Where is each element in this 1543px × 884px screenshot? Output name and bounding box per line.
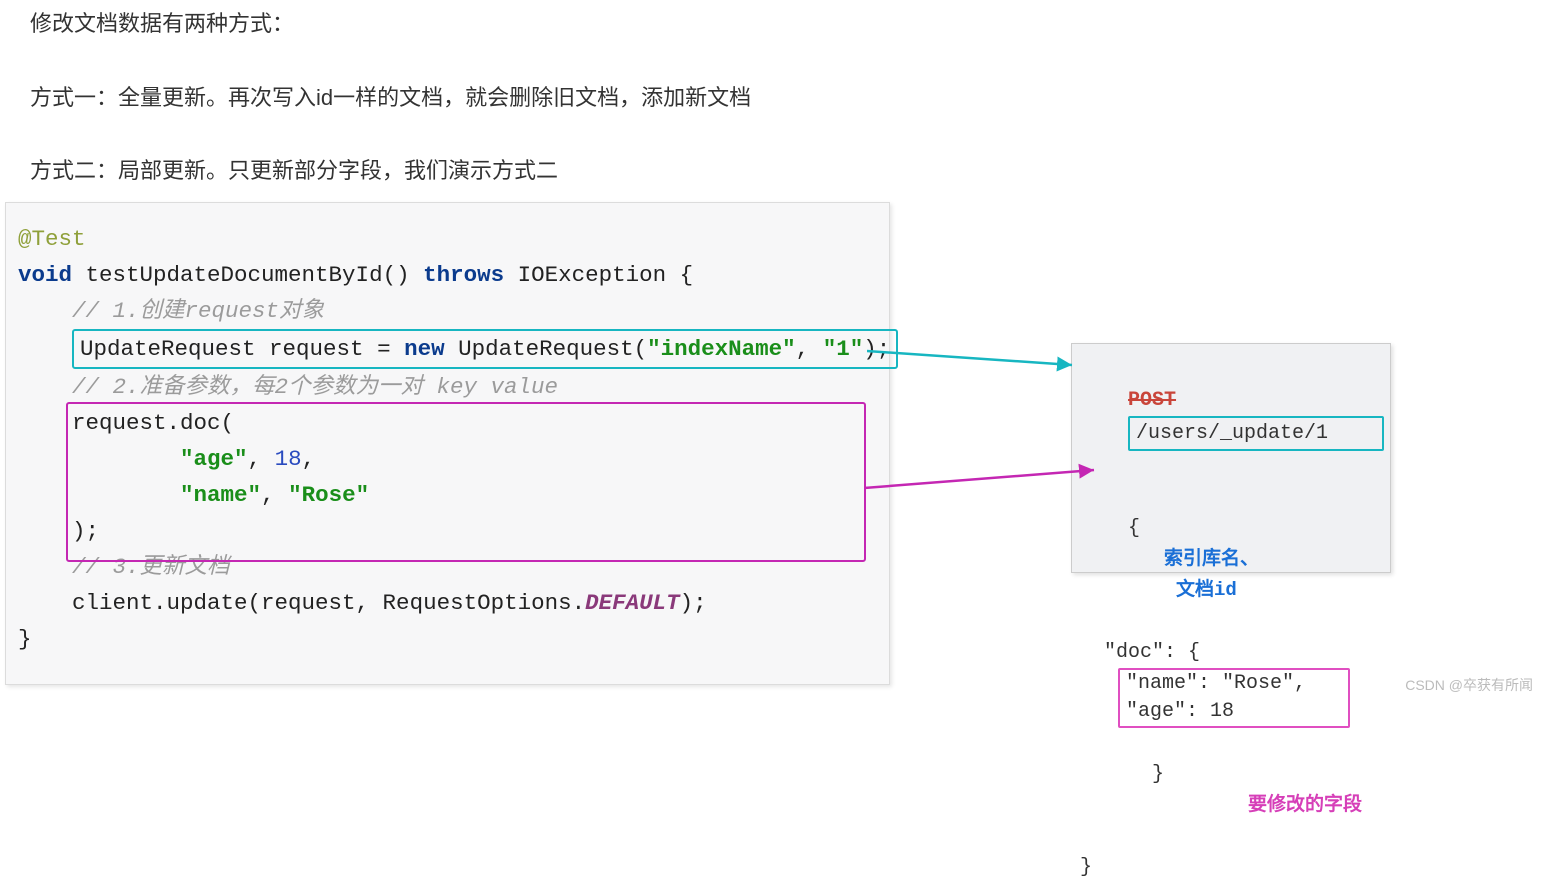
rest-path-box: /users/_update/1 (1128, 416, 1384, 451)
doc-params-box (66, 402, 866, 562)
watermark: CSDN @卒获有所闻 (1405, 675, 1533, 695)
annot-fields: 要修改的字段 (1248, 794, 1362, 816)
comment-2: // 2.准备参数，每2个参数为一对 key value (18, 369, 881, 405)
req-text-1: UpdateRequest request = (80, 336, 404, 362)
rest-close-brace: } (1080, 852, 1382, 883)
rest-open-brace: { (1128, 517, 1140, 540)
rest-sample-block: POST /users/_update/1 { 索引库名、 文档id "doc"… (1071, 343, 1391, 573)
kw-throws: throws (423, 262, 504, 288)
update-2: ); (680, 590, 707, 616)
const-default: DEFAULT (585, 590, 680, 616)
teal-connector-line (867, 333, 1097, 393)
intro-line-1: 修改文档数据有两种方式： (30, 6, 294, 38)
str-one: "1" (823, 336, 864, 362)
update-1: client.update(request, RequestOptions. (18, 590, 585, 616)
annot-index-name: 索引库名、 (1164, 548, 1259, 570)
update-request-box: UpdateRequest request = new UpdateReques… (72, 329, 898, 369)
req-text-4: ); (863, 336, 890, 362)
rest-fields-box: "name": "Rose", "age": 18 (1118, 668, 1350, 728)
method-name: testUpdateDocumentById() (72, 262, 423, 288)
req-text-2: UpdateRequest( (445, 336, 648, 362)
kw-void: void (18, 262, 72, 288)
rest-doc-open: "doc": { (1080, 637, 1382, 668)
req-text-3: , (796, 336, 823, 362)
rest-age-line: "age": 18 (1126, 700, 1234, 723)
post-label: POST (1128, 389, 1176, 412)
magenta-connector-line (864, 460, 1104, 520)
intro-line-3: 方式二：局部更新。只更新部分字段，我们演示方式二 (30, 153, 558, 185)
exception-decl: IOException { (504, 262, 693, 288)
str-index: "indexName" (647, 336, 796, 362)
comment-1: // 1.创建request对象 (18, 293, 881, 329)
rest-doc-close: } (1128, 763, 1164, 786)
annotation-test: @Test (18, 226, 86, 252)
rest-name-line: "name": "Rose", (1126, 672, 1306, 695)
brace-close: } (18, 621, 881, 657)
code-block: @Test void testUpdateDocumentById() thro… (5, 202, 890, 685)
rest-path: /users/_update/1 (1136, 422, 1328, 445)
annot-doc-id: 文档id (1176, 579, 1237, 601)
kw-new: new (404, 336, 445, 362)
intro-line-2: 方式一：全量更新。再次写入id一样的文档，就会删除旧文档，添加新文档 (30, 80, 751, 112)
